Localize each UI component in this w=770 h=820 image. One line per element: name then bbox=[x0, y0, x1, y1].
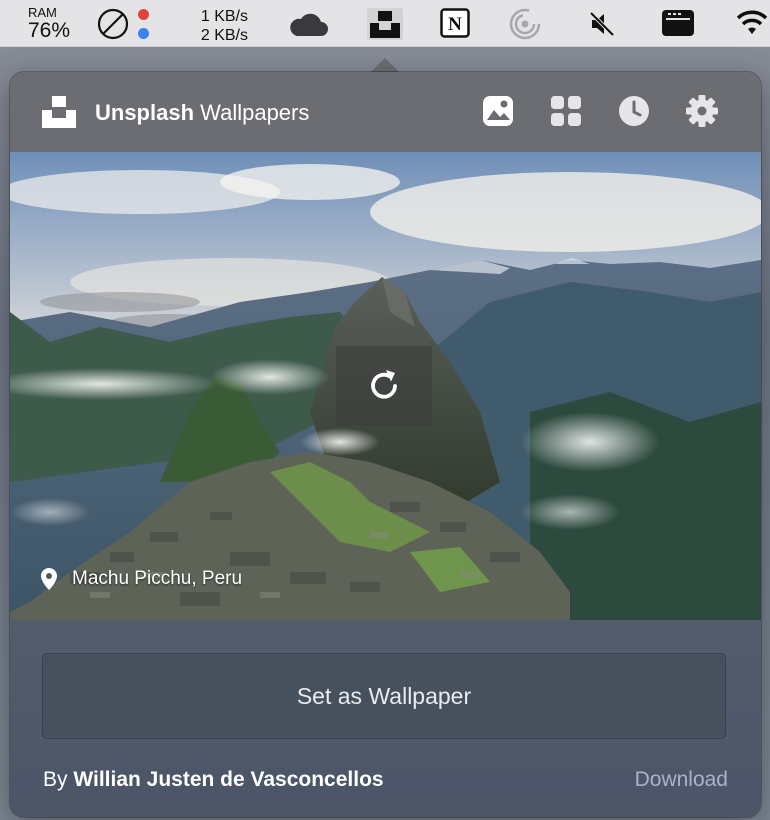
clock-icon[interactable] bbox=[617, 94, 651, 128]
download-link[interactable]: Download bbox=[635, 768, 728, 792]
set-wallpaper-button[interactable]: Set as Wallpaper bbox=[42, 653, 726, 739]
unsplash-logo-icon bbox=[42, 96, 76, 133]
app-title-rest: Wallpapers bbox=[194, 100, 310, 125]
cloud-icon[interactable] bbox=[287, 12, 329, 43]
photo-icon[interactable] bbox=[481, 94, 515, 128]
ram-indicator[interactable]: RAM 76% bbox=[28, 6, 70, 41]
author-prefix: By bbox=[43, 768, 74, 791]
status-dots-icon[interactable] bbox=[138, 9, 150, 39]
blue-dot-icon bbox=[138, 28, 149, 39]
location-pin-icon bbox=[41, 568, 57, 590]
net-up: 1 KB/s bbox=[200, 8, 248, 25]
refresh-button[interactable] bbox=[336, 346, 432, 426]
network-speed[interactable]: 1 KB/s 2 KB/s bbox=[190, 7, 248, 45]
menu-bar: RAM 76% 1 KB/s 2 KB/s N bbox=[0, 0, 770, 47]
svg-text:N: N bbox=[448, 14, 462, 35]
gauge-icon[interactable] bbox=[509, 8, 541, 45]
author-name[interactable]: Willian Justen de Vasconcellos bbox=[73, 768, 383, 791]
grid-icon[interactable] bbox=[549, 94, 583, 128]
terminal-icon[interactable] bbox=[662, 10, 694, 41]
location-text: Machu Picchu, Peru bbox=[72, 568, 243, 589]
unsplash-icon[interactable] bbox=[367, 8, 403, 45]
red-dot-icon bbox=[138, 9, 149, 20]
do-not-disturb-icon[interactable] bbox=[97, 8, 129, 40]
net-down: 2 KB/s bbox=[200, 27, 248, 44]
mute-icon[interactable] bbox=[588, 10, 616, 43]
popover-footer: Set as Wallpaper By Willian Justen de Va… bbox=[10, 620, 761, 817]
refresh-icon bbox=[371, 370, 397, 399]
ram-label: RAM bbox=[28, 5, 57, 20]
ram-value: 76% bbox=[28, 19, 71, 42]
author-credit: By Willian Justen de Vasconcellos bbox=[43, 768, 384, 792]
popover-arrow bbox=[370, 58, 400, 73]
wallpaper-preview[interactable]: Machu Picchu, Peru bbox=[10, 152, 761, 620]
unsplash-popover: Unsplash Wallpapers Machu Picchu, Peru S… bbox=[10, 72, 761, 817]
photo-location: Machu Picchu, Peru bbox=[40, 568, 242, 590]
wifi-icon[interactable] bbox=[736, 10, 768, 41]
app-title-bold: Unsplash bbox=[95, 100, 195, 125]
gear-icon[interactable] bbox=[685, 94, 719, 128]
popover-header: Unsplash Wallpapers bbox=[10, 72, 761, 152]
app-title: Unsplash Wallpapers bbox=[95, 100, 309, 126]
notion-icon[interactable]: N bbox=[440, 8, 470, 38]
